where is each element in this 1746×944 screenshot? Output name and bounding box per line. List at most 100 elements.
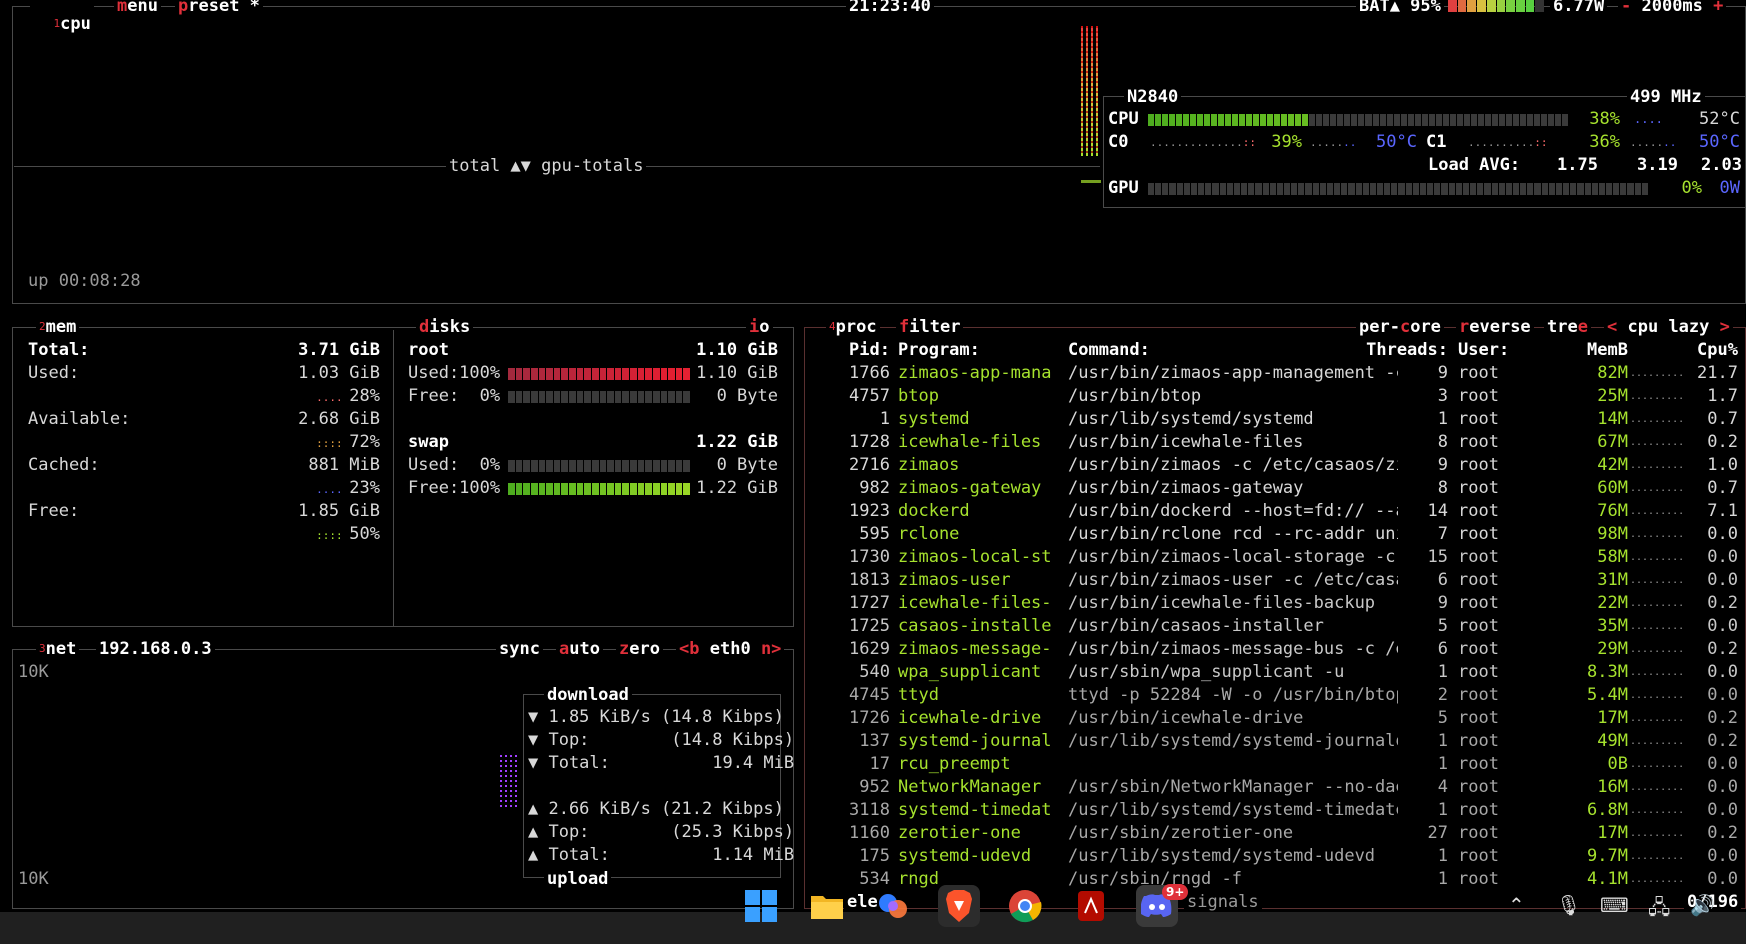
proc-user: root [1458,823,1499,843]
proc-threads: 4 [1437,777,1448,797]
proc-pid: 1730 [849,547,890,567]
chrome-icon[interactable] [1004,885,1046,927]
network-icon[interactable]: 🖧 [1648,893,1670,927]
core0-percent: 39% [1271,132,1302,152]
core0-graph: ..............:: [1150,136,1256,149]
proc-user: root [1458,800,1499,820]
proc-row[interactable]: 4745 ttyd ttyd -p 52284 -W -o /usr/bin/bto… [808,684,1742,707]
proc-filter-button[interactable]: filter [896,318,964,336]
proc-cpu: 0.7 [1707,409,1738,429]
mem-free-label: Free: [28,501,80,521]
proc-mem: 16M [1597,777,1628,797]
proc-cpu: 1.7 [1707,386,1738,406]
proc-row[interactable]: 1730 zimaos-local-st/usr/bin/zimaos-local… [808,546,1742,569]
mem-used-percent: .... 28% [316,386,380,406]
net-prev-interface[interactable]: <b [679,639,699,659]
proc-pid: 4745 [849,685,890,705]
proc-row[interactable]: 2716 zimaos/usr/bin/zimaos -c /etc/casaos… [808,454,1742,477]
copilot-icon[interactable] [872,885,914,927]
proc-pid: 1766 [849,363,890,383]
proc-user: root [1458,662,1499,682]
proc-row[interactable]: 982 zimaos-gateway/usr/bin/zimaos-gateway… [808,477,1742,500]
proc-row[interactable]: 1629 zimaos-message-/usr/bin/zimaos-messa… [808,638,1742,661]
proc-tree-toggle[interactable]: tree [1544,318,1591,336]
proc-sort-prev[interactable]: < [1607,317,1617,337]
proc-row[interactable]: 1727 icewhale-files-/usr/bin/icewhale-fil… [808,592,1742,615]
mem-cached-value: 881 MiB [308,455,380,475]
uptime: up 00:08:28 [28,271,141,291]
proc-row[interactable]: 595 rclone/usr/bin/rclone rcd --rc-addr u… [808,523,1742,546]
battery-status: BAT▲ 95% [1356,0,1444,15]
proc-row[interactable]: 1813 zimaos-user/usr/bin/zimaos-user -c /… [808,569,1742,592]
net-next-interface[interactable]: n> [761,639,781,659]
proc-row[interactable]: 540 wpa_supplicant/usr/sbin/wpa_supplican… [808,661,1742,684]
cpu-temp: 52°C [1699,109,1740,129]
col-cpu[interactable]: Cpu% [1688,339,1738,362]
proc-threads: 1 [1437,846,1448,866]
proc-row[interactable]: 1923 dockerd/usr/bin/dockerd --host=fd://… [808,500,1742,523]
preset-button[interactable]: preset * [175,0,263,15]
interval-value: 2000ms [1641,0,1703,16]
proc-sort-next[interactable]: > [1720,317,1730,337]
proc-row[interactable]: 952 NetworkManager/usr/sbin/NetworkManage… [808,776,1742,799]
proc-row[interactable]: 1728 icewhale-files/usr/bin/icewhale-file… [808,431,1742,454]
mem-tab[interactable]: 2mem [36,318,80,336]
col-threads[interactable]: Threads: [1348,339,1448,362]
cpu-total-percent: 38% [1589,109,1620,129]
disks-tab[interactable]: disks [416,318,474,336]
col-user[interactable]: User: [1458,339,1528,362]
proc-program: zimaos-message- [898,639,1052,659]
net-zero-toggle[interactable]: zero [616,640,663,658]
col-pid[interactable]: Pid: [808,339,890,362]
proc-pid: 175 [859,846,890,866]
proc-row[interactable]: 3118 systemd-timedat/usr/lib/systemd/syst… [808,799,1742,822]
net-tab[interactable]: 3net [36,640,80,658]
menu-button[interactable]: menu [114,0,161,15]
acrobat-icon[interactable] [1070,885,1112,927]
col-mem[interactable]: MemB [1548,339,1628,362]
proc-row[interactable]: 1160 zerotier-one/usr/sbin/zerotier-one 27… [808,822,1742,845]
proc-mem: 60M [1597,478,1628,498]
proc-row[interactable]: 1726 icewhale-drive/usr/bin/icewhale-driv… [808,707,1742,730]
file-explorer-icon[interactable] [806,885,848,927]
col-program[interactable]: Program: [898,339,1058,362]
proc-program: systemd-timedat [898,800,1052,820]
cpu-tab[interactable]: 1cpu [30,0,94,33]
proc-mem: 98M [1597,524,1628,544]
proc-row[interactable]: 137 systemd-journal/usr/lib/systemd/syste… [808,730,1742,753]
proc-per-core-toggle[interactable]: per-core [1356,318,1444,336]
start-button-icon[interactable] [740,885,782,927]
disk-root-used-meter [508,368,690,380]
io-toggle[interactable]: io [746,318,773,336]
proc-program: icewhale-files [898,432,1042,452]
proc-row[interactable]: 1 systemd/usr/lib/systemd/systemd 1 root 14M… [808,408,1742,431]
volume-icon[interactable]: 🔊 [1690,893,1715,917]
microphone-icon[interactable]: 🎙 [1556,893,1581,917]
net-sync-toggle[interactable]: sync [496,640,543,658]
brave-browser-icon[interactable] [938,885,980,927]
proc-tab[interactable]: 4proc [826,318,880,336]
proc-pid: 137 [859,731,890,751]
proc-signals-button[interactable]: signals [1184,893,1262,911]
mem-total-value: 3.71 GiB [298,340,380,360]
gpu-label: GPU [1108,178,1139,198]
proc-row[interactable]: 4757 btop/usr/bin/btop 3 root 25M 1.7........… [808,385,1742,408]
chevron-up-icon[interactable]: ⌃ [1508,893,1525,917]
proc-threads: 14 [1427,501,1448,521]
proc-sort-selector[interactable]: < cpu lazy > [1604,318,1733,336]
net-auto-toggle[interactable]: auto [556,640,603,658]
proc-reverse-toggle[interactable]: reverse [1456,318,1534,336]
proc-row[interactable]: 1766 zimaos-app-mana/usr/bin/zimaos-app-m… [808,362,1742,385]
swap-used-value: 0 Byte [716,455,778,475]
core1-temp-graph: ....... [1630,136,1677,149]
proc-row[interactable]: 1725 casaos-installe/usr/bin/casaos-insta… [808,615,1742,638]
core0-temp-graph: ....... [1310,136,1357,149]
net-interface-selector[interactable]: <b eth0 n> [676,639,785,659]
proc-row[interactable]: 17 rcu_preempt 1 root 0B 0.0.......... [808,753,1742,776]
proc-sort-value: cpu lazy [1627,317,1710,337]
proc-row[interactable]: 175 systemd-udevd/usr/lib/systemd/systemd… [808,845,1742,868]
proc-pid: 1 [879,409,890,429]
keyboard-icon[interactable]: ⌨ [1600,893,1629,917]
interval-control[interactable]: - 2000ms + [1618,0,1727,16]
proc-program: casaos-installe [898,616,1052,636]
